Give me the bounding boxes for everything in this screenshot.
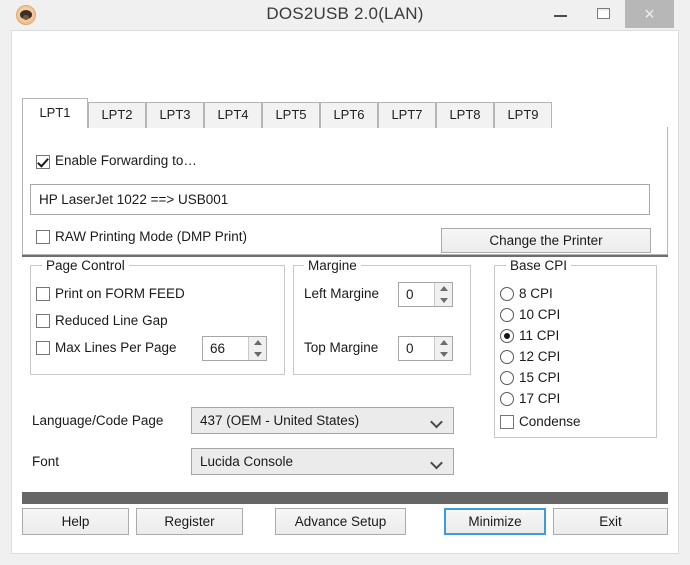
top-margine-value: 0 xyxy=(406,341,414,356)
left-margine-spinner-up[interactable] xyxy=(435,283,452,295)
tab-label: LPT6 xyxy=(333,107,365,122)
top-margine-spinner-up[interactable] xyxy=(435,337,452,349)
minimize-icon xyxy=(554,15,567,17)
tab-label: LPT7 xyxy=(391,107,423,122)
max-lines-spinner-down[interactable] xyxy=(249,349,266,361)
max-lines-per-page-checkbox[interactable] xyxy=(36,341,50,355)
condense-checkbox[interactable] xyxy=(500,415,514,429)
base-cpi-radio-8-cpi[interactable] xyxy=(500,287,514,301)
close-icon: × xyxy=(644,4,655,24)
exit-button[interactable]: Exit xyxy=(553,508,668,535)
register-button[interactable]: Register xyxy=(136,508,243,535)
font-select[interactable]: Lucida Console xyxy=(191,448,454,475)
base-cpi-label: 11 CPI xyxy=(519,328,560,343)
enable-forwarding-label: Enable Forwarding to… xyxy=(55,153,197,168)
condense-label: Condense xyxy=(519,414,581,429)
left-margine-label: Left Margine xyxy=(304,286,380,301)
top-margine-label: Top Margine xyxy=(304,340,379,355)
active-tab-connector xyxy=(23,127,87,129)
max-lines-per-page-value: 66 xyxy=(210,341,226,356)
tab-label: LPT9 xyxy=(507,107,539,122)
base-cpi-label: 17 CPI xyxy=(519,391,561,406)
base-cpi-radio-10-cpi[interactable] xyxy=(500,308,514,322)
selected-printer-field[interactable]: HP LaserJet 1022 ==> USB001 xyxy=(30,184,650,215)
button-label: Advance Setup xyxy=(294,514,387,529)
help-button[interactable]: Help xyxy=(22,508,129,535)
tab-label: LPT4 xyxy=(217,107,249,122)
chevron-up-icon xyxy=(439,339,448,345)
base-cpi-label: 15 CPI xyxy=(519,370,561,385)
close-window-button[interactable]: × xyxy=(625,0,674,28)
chevron-down-icon xyxy=(253,352,262,358)
base-cpi-label: 8 CPI xyxy=(519,286,553,301)
tab-lpt5[interactable]: LPT5 xyxy=(262,102,320,128)
base-cpi-label: 10 CPI xyxy=(519,307,561,322)
application-window: DOS2USB 2.0(LAN) × Enable Forwarding to…… xyxy=(0,0,690,565)
tab-label: LPT5 xyxy=(275,107,307,122)
tab-label: LPT2 xyxy=(101,107,133,122)
base-cpi-label: 12 CPI xyxy=(519,349,561,364)
base-cpi-group-title: Base CPI xyxy=(506,258,572,273)
tab-lpt1[interactable]: LPT1 xyxy=(22,98,88,128)
button-label: Register xyxy=(164,514,215,529)
print-on-form-feed-checkbox[interactable] xyxy=(36,287,50,301)
font-value: Lucida Console xyxy=(200,454,294,469)
base-cpi-radio-11-cpi[interactable] xyxy=(500,329,514,343)
page-control-group-title: Page Control xyxy=(42,258,129,273)
chevron-down-icon xyxy=(432,458,443,465)
button-label: Minimize xyxy=(468,514,522,529)
maximize-window-button[interactable] xyxy=(582,0,625,28)
raw-printing-mode-label: RAW Printing Mode (DMP Print) xyxy=(55,229,248,244)
tab-lpt9[interactable]: LPT9 xyxy=(494,102,552,128)
tab-lpt3[interactable]: LPT3 xyxy=(146,102,204,128)
top-margine-spinner-down[interactable] xyxy=(435,349,452,361)
reduced-line-gap-checkbox[interactable] xyxy=(36,314,50,328)
tab-lpt2[interactable]: LPT2 xyxy=(88,102,146,128)
footer-separator-bar xyxy=(22,492,668,504)
tab-lpt6[interactable]: LPT6 xyxy=(320,102,378,128)
language-code-page-select[interactable]: 437 (OEM - United States) xyxy=(191,407,454,434)
maximize-icon xyxy=(597,8,610,19)
chevron-up-icon xyxy=(253,339,262,345)
chevron-down-icon xyxy=(439,352,448,358)
enable-forwarding-checkbox[interactable] xyxy=(36,155,50,169)
tab-lpt7[interactable]: LPT7 xyxy=(378,102,436,128)
language-code-page-label: Language/Code Page xyxy=(32,413,164,428)
tab-lpt4[interactable]: LPT4 xyxy=(204,102,262,128)
tab-label: LPT1 xyxy=(39,105,71,120)
left-margine-spinner[interactable]: 0 xyxy=(398,282,453,307)
top-margine-spinner-buttons xyxy=(434,337,452,360)
section-separator-top xyxy=(22,255,668,257)
max-lines-per-page-label: Max Lines Per Page xyxy=(55,340,177,355)
title-bar: DOS2USB 2.0(LAN) × xyxy=(0,0,690,30)
max-lines-spinner-buttons xyxy=(248,337,266,360)
tab-label: LPT8 xyxy=(449,107,481,122)
chevron-up-icon xyxy=(439,285,448,291)
chevron-down-icon xyxy=(432,417,443,424)
minimize-button[interactable]: Minimize xyxy=(444,508,546,535)
max-lines-spinner-up[interactable] xyxy=(249,337,266,349)
left-margine-spinner-down[interactable] xyxy=(435,295,452,307)
base-cpi-radio-15-cpi[interactable] xyxy=(500,371,514,385)
tab-lpt8[interactable]: LPT8 xyxy=(436,102,494,128)
advance-setup-button[interactable]: Advance Setup xyxy=(275,508,406,535)
change-the-printer-button[interactable]: Change the Printer xyxy=(441,228,651,253)
tab-label: LPT3 xyxy=(159,107,191,122)
top-margine-spinner[interactable]: 0 xyxy=(398,336,453,361)
left-margine-value: 0 xyxy=(406,287,414,302)
left-margine-spinner-buttons xyxy=(434,283,452,306)
print-on-form-feed-label: Print on FORM FEED xyxy=(55,286,185,301)
chevron-down-icon xyxy=(439,298,448,304)
margine-group-title: Margine xyxy=(304,258,361,273)
base-cpi-radio-17-cpi[interactable] xyxy=(500,392,514,406)
max-lines-per-page-spinner[interactable]: 66 xyxy=(202,336,267,361)
raw-printing-mode-checkbox[interactable] xyxy=(36,230,50,244)
base-cpi-radio-12-cpi[interactable] xyxy=(500,350,514,364)
font-label: Font xyxy=(32,454,60,469)
button-label: Exit xyxy=(599,514,622,529)
button-label: Help xyxy=(61,514,90,529)
reduced-line-gap-label: Reduced Line Gap xyxy=(55,313,168,328)
language-code-page-value: 437 (OEM - United States) xyxy=(200,413,360,428)
minimize-window-button[interactable] xyxy=(539,0,582,28)
